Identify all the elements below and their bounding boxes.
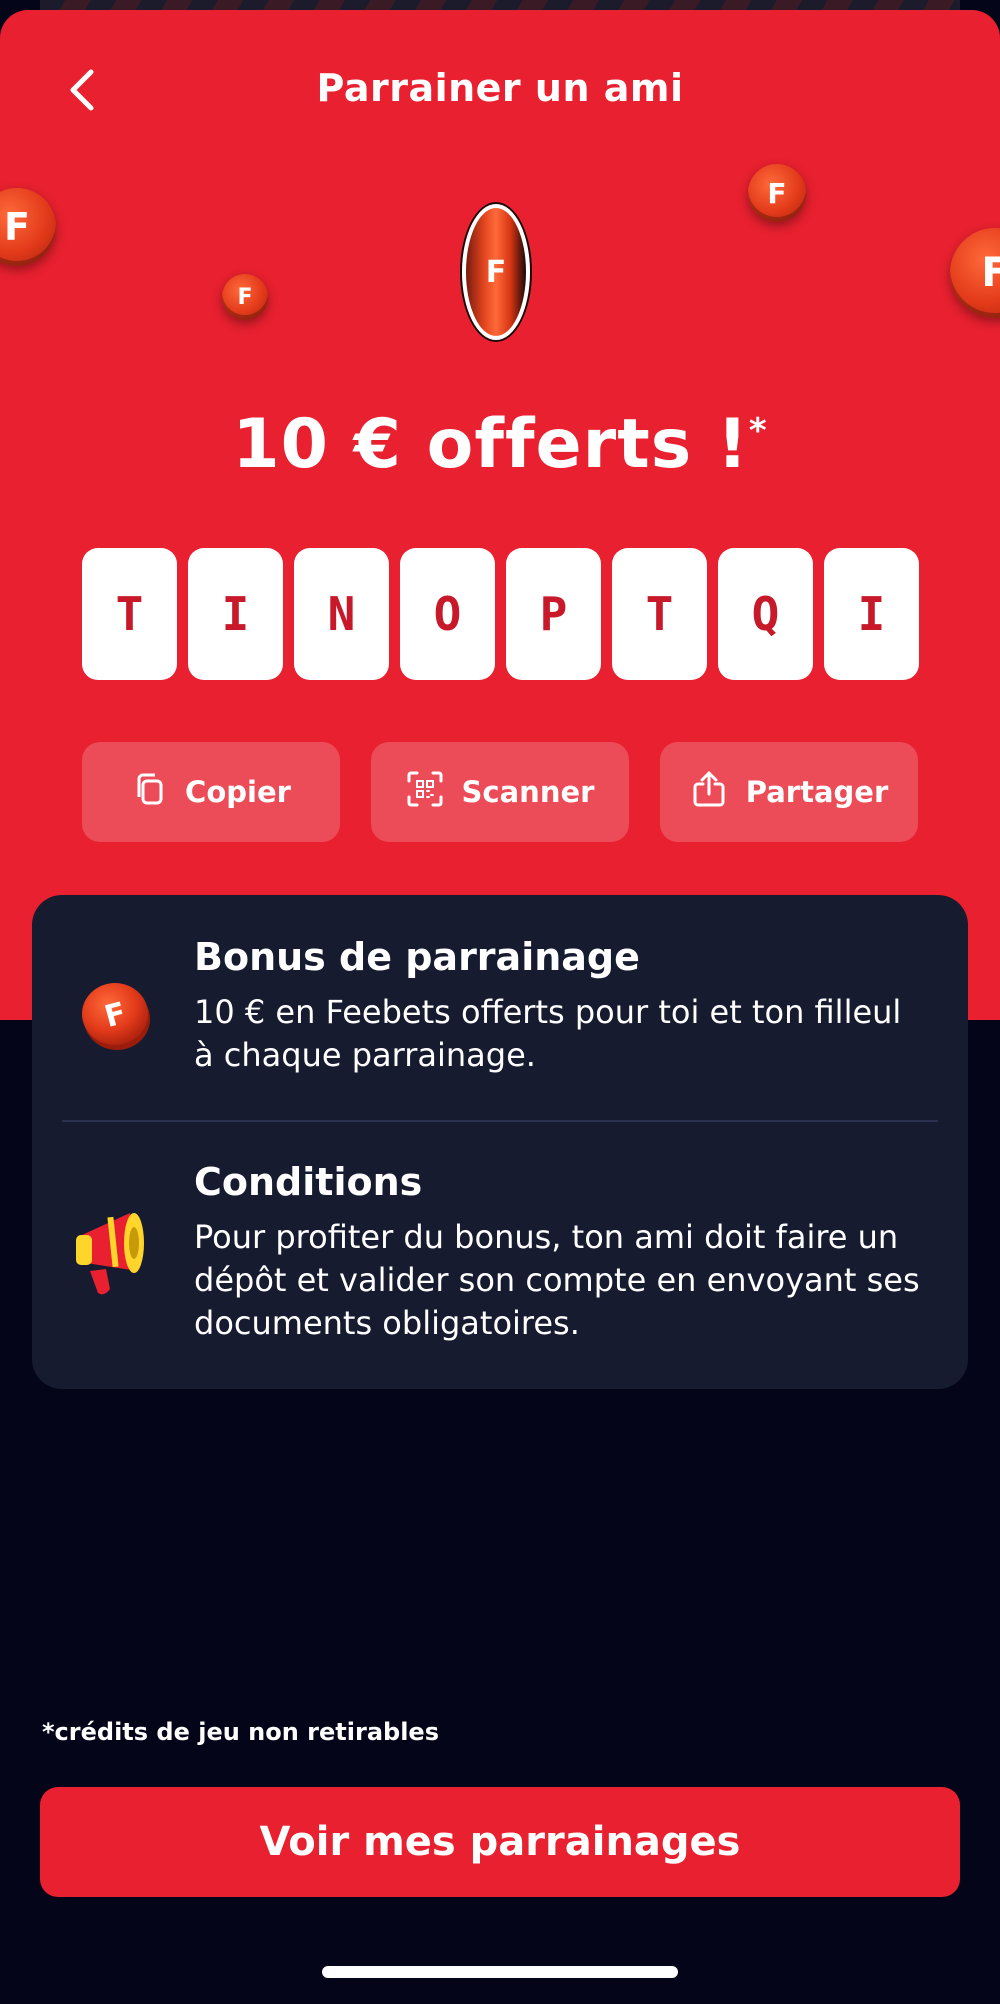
decorative-coin-icon: F: [222, 274, 268, 320]
bonus-text: 10 € en Feebets offerts pour toi et ton …: [194, 993, 902, 1074]
referral-code[interactable]: T I N O P T Q I: [82, 548, 919, 680]
home-indicator[interactable]: [322, 1966, 678, 1978]
code-tile: N: [294, 548, 389, 680]
conditions-text: Pour profiter du bonus, ton ami doit fai…: [194, 1218, 920, 1342]
scanner-button[interactable]: Scanner: [371, 742, 629, 842]
view-referrals-button-label: Voir mes parrainages: [259, 1819, 741, 1865]
qr-scan-icon: [406, 770, 444, 815]
code-tile: Q: [718, 548, 813, 680]
code-tile: O: [400, 548, 495, 680]
share-icon: [690, 770, 728, 815]
view-referrals-button[interactable]: Voir mes parrainages: [40, 1787, 960, 1897]
share-button[interactable]: Partager: [660, 742, 918, 842]
decorative-coin-icon: F: [0, 188, 56, 266]
code-tile: T: [82, 548, 177, 680]
page-title: Parrainer un ami: [316, 66, 684, 110]
copy-button[interactable]: Copier: [82, 742, 340, 842]
copy-icon: [131, 771, 167, 814]
code-tile: I: [824, 548, 919, 680]
bonus-heading: Bonus de parrainage: [194, 935, 640, 979]
footnote: *crédits de jeu non retirables: [42, 1718, 439, 1746]
info-card: F Bonus de parrainage 10 € en Feebets of…: [32, 895, 968, 1389]
code-tile: I: [188, 548, 283, 680]
offer-footnote-mark: *: [748, 411, 768, 451]
scanner-button-label: Scanner: [461, 775, 595, 809]
copy-button-label: Copier: [185, 775, 291, 809]
offer-title: 10 € offerts !*: [0, 405, 1000, 484]
code-tile: T: [612, 548, 707, 680]
conditions-heading: Conditions: [194, 1160, 423, 1204]
divider: [62, 1120, 938, 1122]
code-tile: P: [506, 548, 601, 680]
decorative-coin-icon: F: [748, 164, 806, 222]
hero-coin-icon: F: [462, 204, 530, 340]
coin-icon: F: [80, 979, 150, 1050]
decorative-coin-icon: F: [950, 228, 1000, 318]
share-button-label: Partager: [745, 775, 889, 809]
megaphone-icon: [72, 1205, 156, 1301]
hero-panel: F F F F F 10 € offerts !* T I N O P T Q …: [0, 10, 1000, 1020]
offer-amount: 10 € offerts !: [232, 405, 749, 484]
header: Parrainer un ami: [0, 10, 1000, 150]
action-row: Copier Scanner Partager: [82, 742, 918, 842]
